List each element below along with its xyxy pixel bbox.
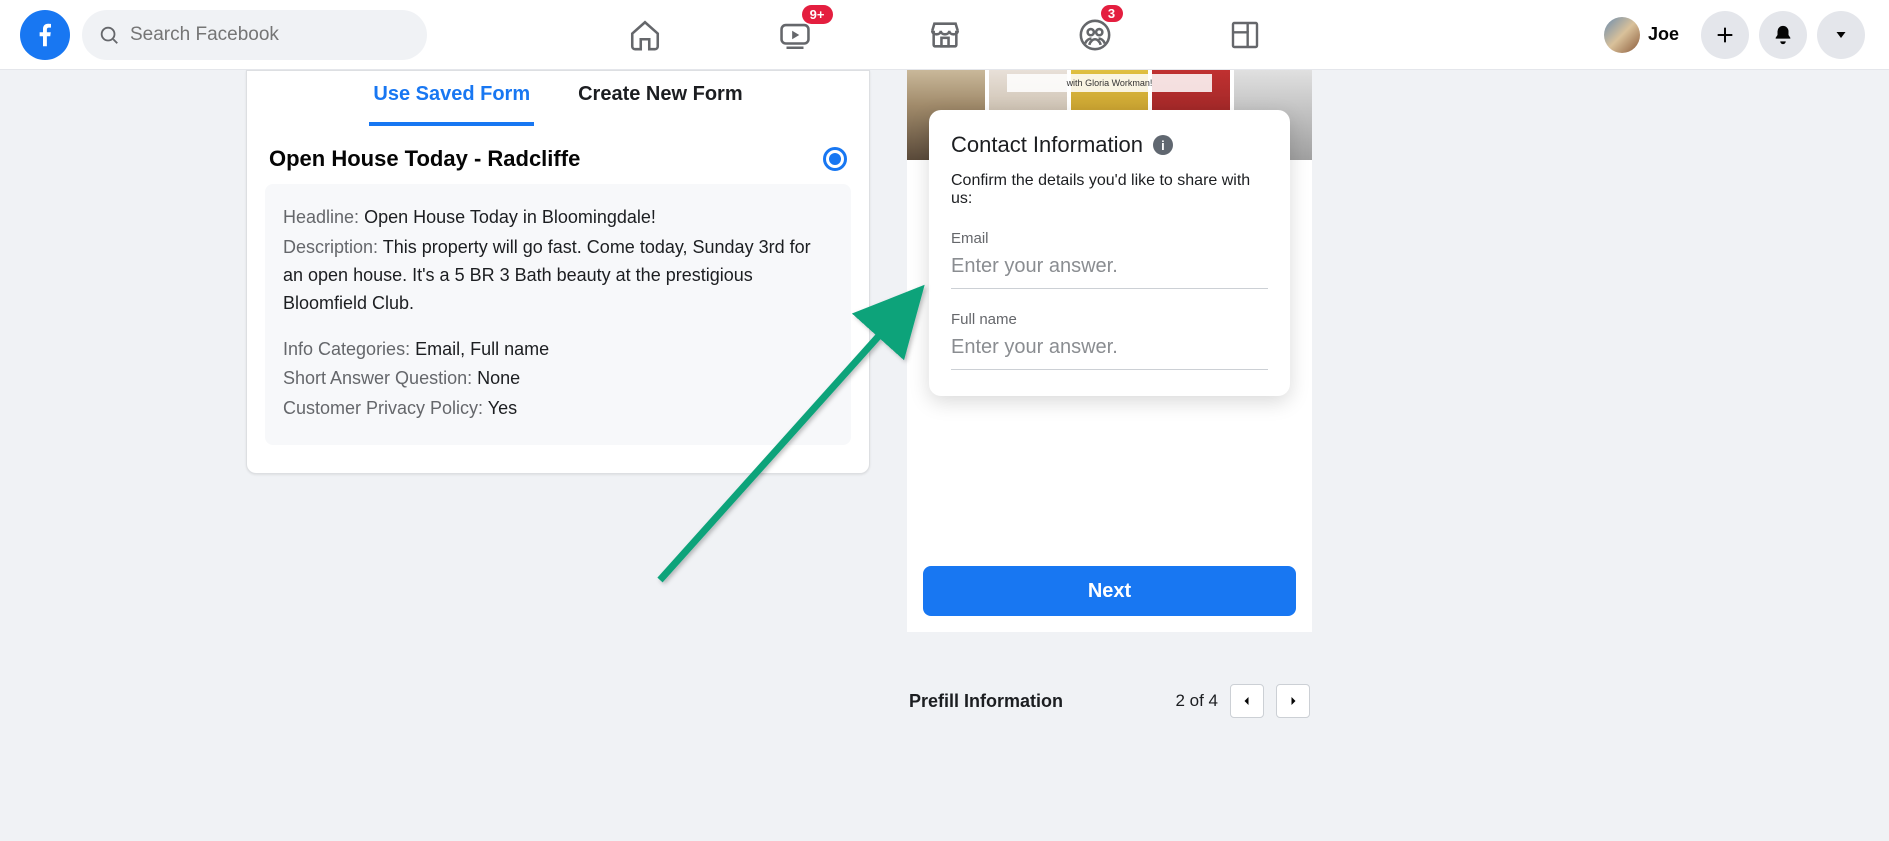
account-menu-button[interactable]: [1817, 11, 1865, 59]
facebook-logo-icon[interactable]: [20, 10, 70, 60]
selected-radio-icon[interactable]: [823, 147, 847, 171]
profile-name: Joe: [1648, 24, 1679, 45]
nav-left: [0, 10, 427, 60]
nav-marketplace-icon[interactable]: [925, 15, 965, 55]
pager-text: 2 of 4: [1175, 691, 1218, 711]
avatar: [1604, 17, 1640, 53]
contact-card: Contact Information i Confirm the detail…: [929, 110, 1290, 396]
nav-groups-icon[interactable]: 3: [1075, 15, 1115, 55]
main-area: Use Saved Form Create New Form Open Hous…: [0, 70, 1889, 841]
create-button[interactable]: [1701, 11, 1749, 59]
prefill-label: Prefill Information: [909, 691, 1063, 712]
privacy-policy-label: Customer Privacy Policy:: [283, 398, 483, 418]
prefill-row: Prefill Information 2 of 4: [907, 684, 1312, 718]
nav-watch-icon[interactable]: 9+: [775, 15, 815, 55]
contact-card-title: Contact Information: [951, 132, 1143, 158]
search-box[interactable]: [82, 10, 427, 60]
info-categories-label: Info Categories:: [283, 339, 410, 359]
preview-column: with Gloria Workman! Contact Information…: [907, 70, 1312, 718]
nav-right: Joe: [1600, 11, 1889, 59]
info-icon[interactable]: i: [1153, 135, 1173, 155]
email-input[interactable]: [951, 247, 1268, 289]
pager-prev-button[interactable]: [1230, 684, 1264, 718]
search-input[interactable]: [130, 24, 411, 46]
pager-next-button[interactable]: [1276, 684, 1310, 718]
fullname-input[interactable]: [951, 328, 1268, 370]
top-nav: 9+ 3 Joe: [0, 0, 1889, 70]
tab-create-new-form[interactable]: Create New Form: [574, 71, 747, 126]
privacy-policy-value: Yes: [488, 398, 517, 418]
short-answer-question-label: Short Answer Question:: [283, 368, 472, 388]
headline-value: Open House Today in Bloomingdale!: [364, 207, 656, 227]
email-label: Email: [951, 230, 1268, 247]
phone-preview: with Gloria Workman! Contact Information…: [907, 70, 1312, 632]
description-label: Description:: [283, 237, 378, 257]
watch-badge: 9+: [802, 5, 833, 24]
fullname-label: Full name: [951, 311, 1268, 328]
form-name-row[interactable]: Open House Today - Radcliffe: [247, 126, 869, 184]
notifications-button[interactable]: [1759, 11, 1807, 59]
headline-label: Headline:: [283, 207, 359, 227]
groups-badge: 3: [1101, 5, 1123, 22]
email-field-group: Email: [951, 230, 1268, 289]
profile-chip[interactable]: Joe: [1600, 13, 1691, 57]
tab-use-saved-form[interactable]: Use Saved Form: [369, 71, 534, 126]
saved-form-title: Open House Today - Radcliffe: [269, 146, 580, 172]
fullname-field-group: Full name: [951, 311, 1268, 370]
preview-image-caption: with Gloria Workman!: [1007, 74, 1212, 92]
form-details: Headline: Open House Today in Bloomingda…: [265, 184, 851, 445]
nav-home-icon[interactable]: [625, 15, 665, 55]
next-button[interactable]: Next: [923, 566, 1296, 616]
contact-card-subtitle: Confirm the details you'd like to share …: [951, 172, 1268, 208]
form-panel: Use Saved Form Create New Form Open Hous…: [246, 70, 870, 474]
prefill-pager: 2 of 4: [1175, 684, 1310, 718]
search-icon: [98, 24, 120, 46]
short-answer-question-value: None: [477, 368, 520, 388]
form-tabs: Use Saved Form Create New Form: [247, 71, 869, 126]
info-categories-value: Email, Full name: [415, 339, 549, 359]
nav-gaming-icon[interactable]: [1225, 15, 1265, 55]
nav-center: 9+ 3: [625, 0, 1265, 69]
